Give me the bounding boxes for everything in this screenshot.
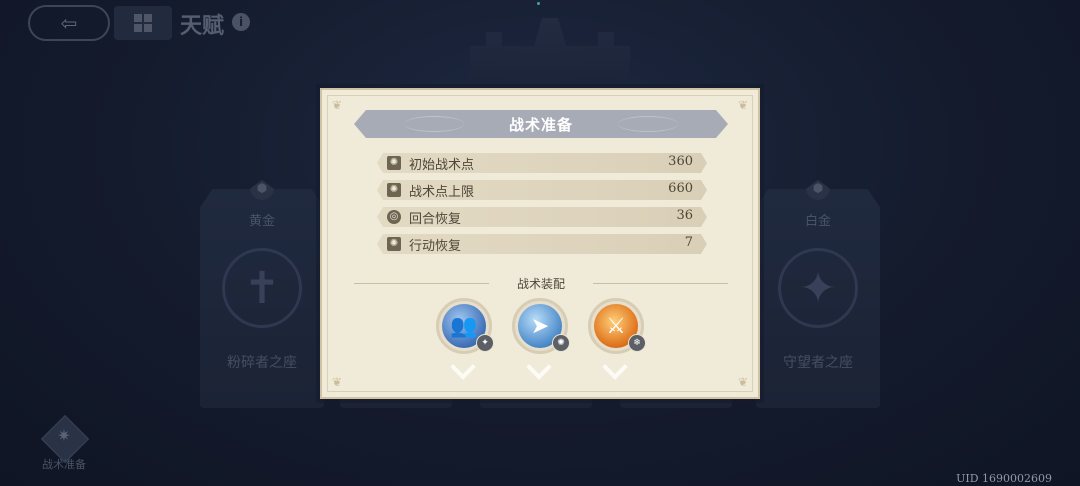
menu-button[interactable] <box>114 6 172 40</box>
card-seat-name: 守望者之座 <box>783 355 853 371</box>
stat-value: 36 <box>676 208 693 223</box>
corner-ornament-icon: ❦ <box>331 375 343 389</box>
stat-value: 660 <box>668 181 693 196</box>
tactics-dialog: ❦ ❦ ❦ ❦ 战术准备 ✺ 初始战术点 360 ✺ 战术点上限 660 ◎ 回… <box>320 88 760 399</box>
info-icon[interactable]: i <box>232 13 250 31</box>
corner-ornament-icon: ❦ <box>331 98 343 112</box>
chevron-down-icon[interactable] <box>603 362 629 376</box>
tactics-star-icon: ✷ <box>57 426 71 445</box>
dialog-title: 战术准备 <box>508 115 573 134</box>
stat-name: 行动恢复 <box>409 239 462 254</box>
equip-section-title: 战术装配 <box>516 277 565 291</box>
card-tier: 白金 <box>804 214 831 229</box>
stat-value: 360 <box>668 154 693 169</box>
burst-icon: ✺ <box>387 183 401 197</box>
compass-star-emblem-icon: ✦ <box>778 248 858 328</box>
burst-badge-icon: ✺ <box>552 334 570 352</box>
tactics-button-label: 战术准备 <box>42 458 86 471</box>
corner-ornament-icon: ❦ <box>737 98 749 112</box>
stat-name: 战术点上限 <box>409 185 475 200</box>
stat-row-action-recovery: ✺ 行动恢复 7 <box>377 234 707 254</box>
skill-slot-2[interactable]: ➤ ✺ <box>512 298 570 354</box>
burst-icon: ✺ <box>387 156 401 170</box>
stat-name: 回合恢复 <box>409 212 462 227</box>
skill-slot-3[interactable]: ⚔ ❄ <box>588 298 646 354</box>
uid-label: UID 1690002609 <box>956 472 1052 485</box>
chevron-down-icon[interactable] <box>527 362 553 376</box>
cycle-icon: ◎ <box>387 210 401 224</box>
burst-badge-icon: ✦ <box>476 334 494 352</box>
stat-value: 7 <box>684 235 693 250</box>
stat-row-turn-recovery: ◎ 回合恢复 36 <box>377 207 707 227</box>
equip-section-header: 战术装配 <box>354 274 728 292</box>
grid-menu-icon <box>134 14 152 32</box>
talent-card-left: ⬢ 黄金 ✝ 粉碎者之座 <box>200 180 324 408</box>
talent-card-right: ⬢ 白金 ✦ 守望者之座 <box>756 180 880 408</box>
stat-row-point-cap: ✺ 战术点上限 660 <box>377 180 707 200</box>
skill-slot-1[interactable]: 👥 ✦ <box>436 298 494 354</box>
snowflake-badge-icon: ❄ <box>628 334 646 352</box>
corner-ornament-icon: ❦ <box>737 375 749 389</box>
back-arrow-icon: ⇦ <box>60 11 78 35</box>
stat-name: 初始战术点 <box>409 158 475 173</box>
header-flourish <box>404 116 464 132</box>
sword-emblem-icon: ✝ <box>222 248 302 328</box>
dialog-header: 战术准备 <box>354 110 728 138</box>
chevron-down-icon[interactable] <box>451 362 477 376</box>
stat-row-initial-points: ✺ 初始战术点 360 <box>377 153 707 173</box>
rank-bell-icon: ⬢ <box>250 180 274 200</box>
header-flourish <box>618 116 678 132</box>
page-title: 天赋 <box>180 13 225 39</box>
card-tier: 黄金 <box>248 214 275 229</box>
card-seat-name: 粉碎者之座 <box>227 355 297 371</box>
back-button[interactable]: ⇦ <box>28 5 110 41</box>
burst-icon: ✺ <box>387 237 401 251</box>
top-bar: ⇦ 天赋 i <box>0 0 1080 48</box>
rank-bell-icon: ⬢ <box>806 180 830 200</box>
